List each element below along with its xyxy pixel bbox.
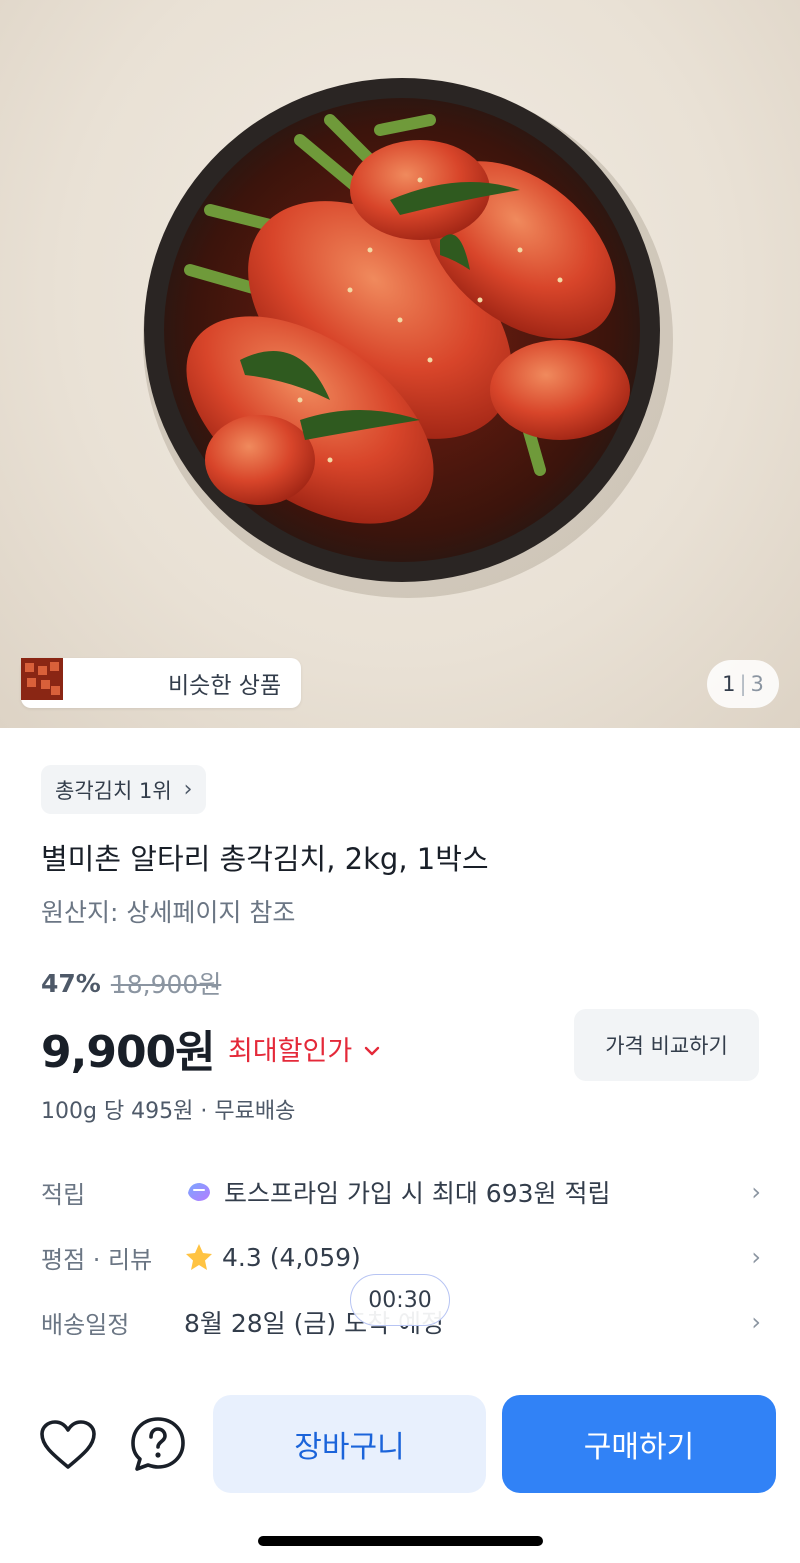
similar-product-thumbnail: [21, 658, 157, 704]
info-row-rating-review[interactable]: 평점 · 리뷰 4.3 (4,059) ›: [41, 1235, 761, 1279]
pager-current: 1: [722, 672, 736, 696]
wishlist-button[interactable]: [38, 1415, 98, 1475]
category-rank-badge[interactable]: 총각김치 1위 ›: [41, 765, 207, 814]
star-icon: [186, 1244, 212, 1270]
product-origin: 원산지: 상세페이지 참조: [41, 898, 296, 927]
chevron-right-icon: ›: [751, 1308, 761, 1336]
image-pager: 1 | 3: [707, 660, 779, 708]
chevron-right-icon: ›: [751, 1243, 761, 1271]
discount-row: 47% 18,900원: [41, 965, 221, 1001]
rank-badge-label: 총각김치 1위: [55, 778, 172, 803]
chevron-down-icon: [364, 1037, 380, 1061]
best-price-dropdown[interactable]: 최대할인가: [228, 1029, 380, 1068]
add-to-cart-button[interactable]: 장바구니: [213, 1395, 486, 1493]
info-row-label: 적립: [41, 1180, 86, 1209]
inquiry-button[interactable]: [128, 1414, 188, 1474]
info-row-value: 토스프라임 가입 시 최대 693원 적립: [224, 1179, 611, 1208]
discount-rate: 47%: [41, 968, 101, 998]
timer-badge: 00:30: [350, 1274, 450, 1326]
heart-icon: [40, 1420, 96, 1469]
toss-prime-icon: [188, 1183, 210, 1201]
info-row-points[interactable]: 적립 토스프라임 가입 시 최대 693원 적립 ›: [41, 1170, 761, 1214]
info-row-label: 평점 · 리뷰: [41, 1245, 153, 1274]
chevron-right-icon: ›: [751, 1178, 761, 1206]
best-price-label: 최대할인가: [228, 1036, 353, 1067]
similar-products-label: 비슷한 상품: [168, 673, 282, 699]
home-indicator: [258, 1536, 543, 1546]
info-row-label: 배송일정: [41, 1310, 130, 1339]
similar-products-button[interactable]: 비슷한 상품: [21, 658, 301, 708]
sale-price: 9,900원: [41, 1027, 216, 1078]
compare-price-button[interactable]: 가격 비교하기: [574, 1009, 759, 1081]
product-title: 별미촌 알타리 총각김치, 2kg, 1박스: [41, 842, 489, 876]
buy-now-button[interactable]: 구매하기: [502, 1395, 776, 1493]
chevron-right-icon: ›: [183, 777, 193, 802]
kimchi-bowl-illustration: [143, 78, 673, 598]
product-image[interactable]: 비슷한 상품 1 | 3: [0, 0, 800, 728]
similar-product-thumbnail: [21, 658, 112, 704]
pager-total: 3: [750, 672, 764, 696]
unit-price-shipping: 100g 당 495원 · 무료배송: [41, 1099, 296, 1124]
pager-separator: |: [739, 672, 747, 696]
info-row-value: 4.3 (4,059): [222, 1242, 361, 1272]
question-bubble-icon: [131, 1417, 185, 1471]
original-price: 18,900원: [110, 970, 222, 999]
